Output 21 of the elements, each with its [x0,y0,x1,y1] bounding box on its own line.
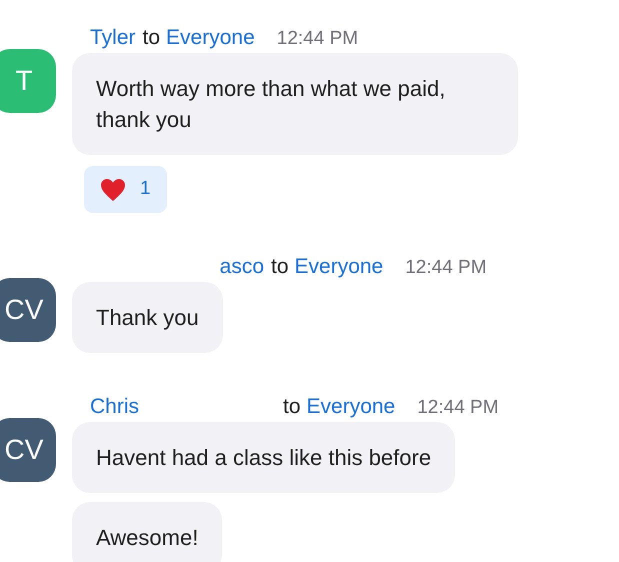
message-bubble: Thank you [72,282,223,353]
heart-icon [100,178,126,202]
message-time: 12:44 PM [417,396,499,420]
avatar: T [0,49,56,113]
recipient-name[interactable]: Everyone [166,24,255,52]
message-time: 12:44 PM [276,27,358,51]
recipient-name[interactable]: Everyone [306,393,396,421]
reaction-button[interactable]: 1 [84,166,167,213]
to-label: to [142,25,160,51]
sender-name[interactable]: Tyler [90,26,136,49]
sender-name[interactable]: Chris [90,395,140,418]
to-label: to [271,254,289,280]
message-bubble: Havent had a class like this before [72,422,456,493]
recipient-name[interactable]: Everyone [294,253,384,281]
to-label: to [283,394,301,420]
message-time: 12:44 PM [405,256,487,280]
avatar: CV [0,278,56,342]
sender-name[interactable]: asco [220,255,264,278]
message-bubble: Awesome! [72,502,222,562]
avatar: CV [0,418,56,482]
message-bubble: Worth way more than what we paid, thank you [72,53,518,155]
